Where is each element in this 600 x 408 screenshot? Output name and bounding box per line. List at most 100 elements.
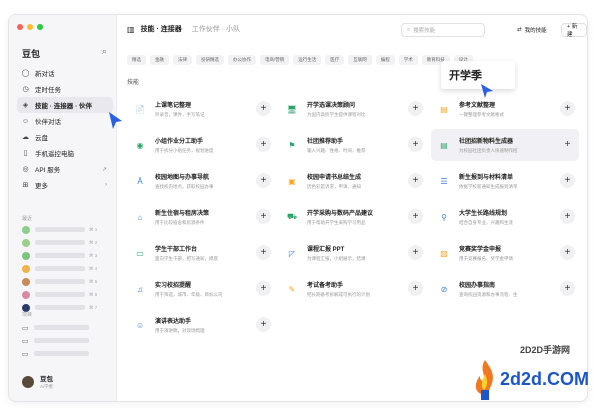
category-tab[interactable]: 互联网 <box>348 55 372 65</box>
add-skill-button[interactable]: + <box>560 245 575 260</box>
recent-item[interactable]: ⌘ 7 <box>22 301 112 314</box>
nav-api[interactable]: ◎ API 服务 ↗ <box>17 161 113 177</box>
skill-card[interactable]: ▤ 社团招新物料生成器 为校园社团负责人快速制作招 + <box>431 129 579 161</box>
recent-item[interactable]: ⌘ 4 <box>22 262 112 275</box>
main-panel: ▥ 技能 · 连接器 工作伙伴 · 小队 ⌕ 搜索技能 ⇄ 我的技能 + 新建 精选… <box>117 15 587 401</box>
sidebar-toggle-icon[interactable]: ▥ <box>127 25 135 34</box>
add-skill-button[interactable]: + <box>256 173 271 188</box>
add-skill-button[interactable]: + <box>560 137 575 152</box>
nav-label: 手机遥控电脑 <box>35 151 74 158</box>
recent-item[interactable]: ⌘ 6 <box>22 288 112 301</box>
skill-card[interactable]: ▤ 参考文献整理 一键整理参考文献格式 + <box>431 93 579 125</box>
category-tab[interactable]: 学术 <box>398 55 418 65</box>
skill-icon: ☰ <box>440 176 448 186</box>
add-skill-button[interactable]: + <box>408 281 423 296</box>
add-skill-button[interactable]: + <box>560 101 575 116</box>
nav-skills-connectors[interactable]: ◈ 技能 · 连接器 · 伙伴 <box>17 97 113 113</box>
skill-card[interactable]: ☰ 新生报到与材料清单 依据学校新通知生成报到清单 + <box>431 165 579 197</box>
add-skill-button[interactable]: + <box>256 245 271 260</box>
minimize-window-button[interactable] <box>27 24 33 30</box>
add-skill-button[interactable]: + <box>408 137 423 152</box>
my-skills-button[interactable]: ⇄ 我的技能 <box>517 23 547 37</box>
add-skill-button[interactable]: + <box>256 209 271 224</box>
skill-icon: ◉ <box>136 140 144 150</box>
add-skill-button[interactable]: + <box>256 281 271 296</box>
skill-card[interactable]: 🖥 开学选课决策顾问 为国内高校学生提供课程对比 + <box>279 93 427 125</box>
add-skill-button[interactable]: + <box>408 245 423 260</box>
category-tab[interactable]: 金融 <box>150 55 169 65</box>
skill-icon: ⊘ <box>440 284 448 294</box>
skill-card[interactable]: ◸ 课程汇报 PPT 为课程汇报，小组展示，结课 + <box>279 237 427 269</box>
skill-card[interactable]: ▭ 学生干部工作台 面向学生干部，把写通知，摸底 + <box>127 237 275 269</box>
project-title-placeholder <box>33 338 89 343</box>
category-tab[interactable]: 运行生活 <box>293 55 322 65</box>
category-tab[interactable]: 精选 <box>127 55 146 65</box>
project-list: ▭ ▭ ▭ <box>22 321 112 360</box>
nav-label: 云盘 <box>35 135 48 142</box>
add-skill-button[interactable]: + <box>560 281 575 296</box>
nav-new-chat[interactable]: ◯ 新对话 <box>17 65 113 81</box>
add-skill-button[interactable]: + <box>408 173 423 188</box>
skill-card[interactable]: ◉ 小组作业分工助手 用于拆分小组任务，规划进度 + <box>127 129 275 161</box>
maximize-window-button[interactable] <box>37 24 43 30</box>
page-subtitle[interactable]: 工作伙伴 · 小队 <box>192 24 240 34</box>
skill-card[interactable]: ▣ 校园申请书总结生成 因色彩是诉求，申请、通知 + <box>279 165 427 197</box>
category-tab[interactable]: 办公协作 <box>228 55 256 65</box>
category-tab[interactable]: 医疗 <box>325 55 345 65</box>
breadcrumb: ▥ 技能 · 连接器 工作伙伴 · 小队 <box>127 24 240 34</box>
search-placeholder: 搜索技能 <box>413 28 436 34</box>
groups-label: 项目 <box>22 312 33 318</box>
skill-card[interactable]: ⚲ 大学生长路线规划 结合自身专业，兴趣和生涯 + <box>431 201 579 233</box>
skill-card[interactable]: ☺ 演讲表达助手 用于演讲稿，对现场梳理 + <box>127 309 275 341</box>
skill-card[interactable]: 📄 上课笔记整理 听录音，课件，手写笔记 + <box>127 93 275 125</box>
category-tab[interactable]: 投研精选 <box>196 55 224 65</box>
project-item[interactable]: ▭ <box>22 347 112 360</box>
shortcut-hint: ⌘ 4 <box>89 265 98 271</box>
category-tab[interactable]: 电商/营销 <box>260 55 290 65</box>
recent-item[interactable]: ⌘ 2 <box>22 236 112 249</box>
add-skill-button[interactable]: + <box>408 209 423 224</box>
skill-card[interactable]: ⛟ 开学采购与数码产品建议 用于帮助开学生采购学习用品 + <box>279 201 427 233</box>
external-link-icon: ↗ <box>101 166 107 173</box>
category-tab[interactable]: 编程 <box>375 55 395 65</box>
add-skill-button[interactable]: + <box>256 101 271 116</box>
skill-card[interactable]: ⚑ 社团推荐助手 输入兴趣、性格、时间，推荐 + <box>279 129 427 161</box>
section-title: 技能 <box>127 80 140 86</box>
search-input[interactable]: ⌕ 搜索技能 <box>401 23 485 37</box>
nav-partner-chat[interactable]: ☺ 伙伴对话 <box>17 113 113 129</box>
folder-icon: ▭ <box>22 350 29 358</box>
project-item[interactable]: ▭ <box>22 321 112 334</box>
add-skill-button[interactable]: + <box>408 101 423 116</box>
nav-cloud-drive[interactable]: ☁ 云盘 <box>17 129 113 145</box>
skill-card[interactable]: ▨ 竞赛奖学金申报 用于竞赛报名、奖学金申请 + <box>431 237 579 269</box>
skill-icon: ▭ <box>136 248 144 258</box>
add-skill-button[interactable]: + <box>560 209 575 224</box>
skill-card[interactable]: ⊘ 校园办事指南 查询校园资源和办事流程，生 + <box>431 273 579 305</box>
skill-card[interactable]: Ä 校园地图与办事导航 查找校内地点，获取校园办事 + <box>127 165 275 197</box>
skill-title: 新生报到与材料清单 <box>459 175 514 181</box>
skill-icon: ✎ <box>288 284 296 294</box>
skill-card[interactable]: ⌂ 新生住宿与租房决策 用于比较宿舍和房源条件 + <box>127 201 275 233</box>
nav-more[interactable]: ⊞ 更多 › <box>17 177 113 193</box>
chevron-right-icon: › <box>105 182 107 188</box>
add-skill-button[interactable]: + <box>256 137 271 152</box>
add-skill-button[interactable]: + <box>256 317 271 332</box>
recent-item[interactable]: ⌘ 3 <box>22 249 112 262</box>
skill-card[interactable]: ♫ 实习校招提醒 用于筛选，城市、年级、目标公司 + <box>127 273 275 305</box>
search-icon[interactable]: ⌕ <box>102 46 107 57</box>
category-tab[interactable]: 法律 <box>173 55 192 65</box>
close-window-button[interactable] <box>17 24 23 30</box>
nav-phone-remote[interactable]: ▯ 手机遥控电脑 <box>17 145 113 161</box>
user-name: 豆包 <box>40 376 53 383</box>
api-icon: ◎ <box>22 166 29 173</box>
app-window: 豆包 ⌕ ◯ 新对话 ◷ 定时任务 ◈ 技能 · 连接器 · 伙伴 ☺ 伙伴对话 ☁ 云盘… <box>8 14 588 402</box>
recent-item[interactable]: ⌘ 5 <box>22 275 112 288</box>
skill-card[interactable]: ✎ 考试备考助手 把长期备考拆解成可执行的计划 + <box>279 273 427 305</box>
nav-scheduled-tasks[interactable]: ◷ 定时任务 <box>17 81 113 97</box>
skill-title: 开学选课决策顾问 <box>307 103 356 109</box>
recent-item[interactable]: ⌘ 1 <box>22 223 112 236</box>
new-button[interactable]: + 新建 <box>561 23 587 38</box>
user-profile[interactable]: 豆包 Ai学者 <box>22 373 53 390</box>
project-item[interactable]: ▭ <box>22 334 112 347</box>
add-skill-button[interactable]: + <box>560 173 575 188</box>
